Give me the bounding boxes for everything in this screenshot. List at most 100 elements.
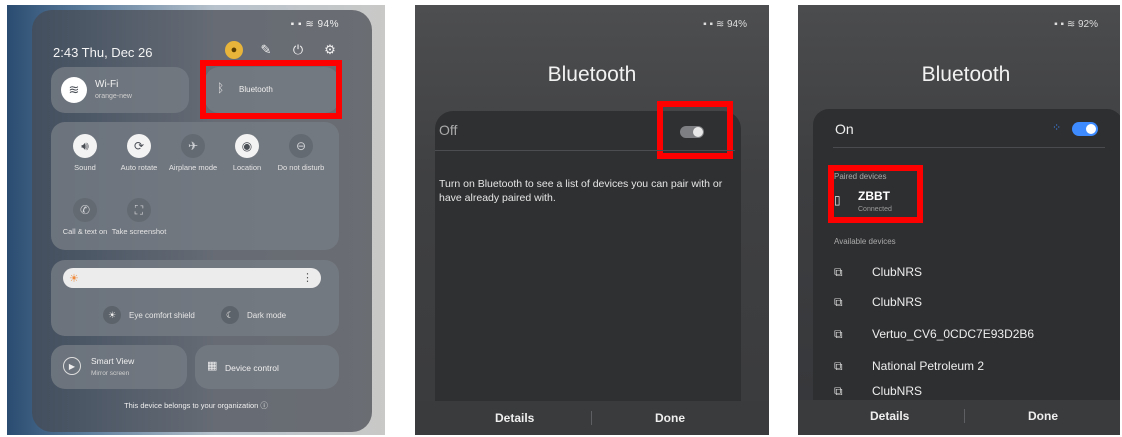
pencil-icon[interactable]: ✎: [257, 41, 275, 59]
brightness-tile: ☀ ⋮ ☀ Eye comfort shield ☾ Dark mode: [51, 260, 339, 336]
toggle-do-not-disturb[interactable]: ⊖ Do not disturb: [273, 134, 329, 172]
device-control-label: Device control: [225, 363, 279, 373]
wifi-tile[interactable]: ≋ Wi-Fi orange-new: [51, 67, 189, 113]
toggle-airplane-mode[interactable]: ✈ Airplane mode: [165, 134, 221, 172]
paired-devices-header: Paired devices: [834, 172, 887, 181]
smart-view-sub: Mirror screen: [91, 370, 130, 377]
toggle-label: Do not disturb: [277, 163, 325, 172]
device-icon: ⧉: [834, 326, 843, 341]
info-icon[interactable]: ⓘ: [260, 401, 268, 410]
sun-icon: ☀: [69, 273, 79, 285]
rotate-icon: ⟳: [127, 134, 151, 158]
eye-comfort-icon: ☀: [103, 306, 121, 324]
toggle-sound[interactable]: 🔊︎ Sound: [57, 134, 113, 172]
sound-icon: 🔊︎: [73, 134, 97, 158]
mouse-icon: ▯: [834, 193, 841, 207]
eye-comfort-toggle[interactable]: ☀ Eye comfort shield: [103, 306, 195, 324]
toggle-auto-rotate[interactable]: ⟳ Auto rotate: [111, 134, 167, 172]
button-separator: [591, 411, 592, 425]
battery-icon: ▪ ▪ ≋: [703, 19, 727, 30]
bottom-bar: [415, 401, 769, 435]
do-not-disturb-icon: ⊖: [289, 134, 313, 158]
button-separator: [964, 409, 965, 423]
dark-mode-toggle[interactable]: ☾ Dark mode: [221, 306, 286, 324]
device-icon: ⧉: [834, 294, 843, 309]
device-icon: ⧉: [834, 358, 843, 373]
power-icon[interactable]: ⏻: [289, 41, 307, 59]
done-button[interactable]: Done: [655, 411, 685, 425]
toggle-label: Location: [232, 163, 262, 172]
available-device[interactable]: ⧉ ClubNRS: [834, 260, 922, 284]
battery-text: 94%: [726, 19, 747, 30]
available-devices-header: Available devices: [834, 237, 896, 246]
user-icon[interactable]: ●: [225, 41, 243, 59]
gear-icon[interactable]: ⚙: [321, 41, 339, 59]
moon-icon: ☾: [221, 306, 239, 324]
grid-icon: ▦: [207, 360, 218, 372]
device-name: ClubNRS: [872, 295, 923, 309]
page-title: Bluetooth: [547, 63, 637, 86]
toggle-label: Airplane mode: [168, 163, 218, 172]
device-icon: ⧉: [834, 264, 843, 279]
toggle-label: Sound: [74, 163, 96, 172]
device-name: National Petroleum 2: [872, 359, 985, 373]
more-options-icon[interactable]: ⋮: [302, 271, 313, 284]
wifi-label: Wi-Fi: [95, 79, 119, 90]
bluetooth-tile[interactable]: ᛒ Bluetooth: [205, 67, 339, 113]
divider: [435, 150, 735, 151]
top-actions: ● ✎ ⏻ ⚙: [225, 41, 339, 59]
done-button[interactable]: Done: [1028, 409, 1058, 423]
bluetooth-on-screen: ▪ ▪ ≋ 92% Bluetooth On ⁘ Paired devices …: [798, 5, 1120, 435]
bluetooth-toggle[interactable]: [680, 126, 704, 138]
quick-settings-panel: ▪ ▪ ≋ 94% 2:43 Thu, Dec 26 ● ✎ ⏻ ⚙ ≋ Wi-…: [7, 5, 385, 435]
status-bar: ▪ ▪ ≋ 94%: [291, 19, 339, 30]
toggle-take-screenshot[interactable]: ⛶ Take screenshot: [111, 198, 167, 236]
battery-icon: ▪ ▪ ≋: [290, 19, 318, 30]
available-device[interactable]: ⧉ Vertuo_CV6_0CDC7E93D2B6: [834, 322, 1034, 346]
clock: 2:43 Thu, Dec 26: [53, 45, 153, 60]
wifi-network: orange-new: [95, 93, 132, 100]
toggle-knob: [693, 127, 703, 137]
wifi-icon: ≋: [61, 77, 87, 103]
available-device[interactable]: ⧉ ClubNRS: [834, 384, 922, 400]
available-device[interactable]: ⧉ ClubNRS: [834, 290, 922, 314]
smart-view-tile[interactable]: ▶ Smart View Mirror screen: [51, 345, 187, 389]
details-button[interactable]: Details: [870, 409, 909, 423]
toggle-location[interactable]: ◉ Location: [219, 134, 275, 172]
toggle-label: Take screenshot: [111, 227, 167, 236]
footer-text: This device belongs to your organization: [124, 401, 259, 410]
eye-comfort-label: Eye comfort shield: [129, 310, 195, 320]
quick-toggle-grid: 🔊︎ Sound ⟳ Auto rotate ✈ Airplane mode ◉…: [51, 122, 339, 250]
bluetooth-state-label: Off: [439, 122, 458, 138]
toggle-label: Call & text on: [62, 227, 108, 236]
dark-mode-label: Dark mode: [247, 310, 287, 320]
toggle-label: Auto rotate: [120, 163, 158, 172]
page-title: Bluetooth: [921, 63, 1011, 86]
details-button[interactable]: Details: [495, 411, 534, 425]
brightness-slider[interactable]: ☀ ⋮: [63, 268, 321, 288]
toggle-call-text[interactable]: ✆ Call & text on: [57, 198, 113, 236]
device-name: ClubNRS: [872, 265, 923, 279]
airplane-icon: ✈: [181, 134, 205, 158]
status-bar: ▪ ▪ ≋ 92%: [1054, 19, 1098, 30]
paired-device-name[interactable]: ZBBT: [858, 189, 890, 203]
bluetooth-label: Bluetooth: [239, 85, 273, 94]
bluetooth-off-message: Turn on Bluetooth to see a list of devic…: [439, 178, 723, 204]
scanning-icon: ⁘: [1052, 122, 1062, 134]
battery-text: 94%: [317, 19, 339, 30]
bluetooth-off-screen: ▪ ▪ ≋ 94% Bluetooth Off Turn on Bluetoot…: [415, 5, 769, 435]
bottom-bar: [798, 400, 1120, 435]
battery-icon: ▪ ▪ ≋: [1054, 19, 1078, 30]
organization-footer: This device belongs to your organization…: [7, 400, 385, 411]
divider: [833, 147, 1105, 148]
available-device[interactable]: ⧉ National Petroleum 2: [834, 354, 984, 378]
device-control-tile[interactable]: ▦ Device control: [195, 345, 339, 389]
call-icon: ✆: [73, 198, 97, 222]
location-icon: ◉: [235, 134, 259, 158]
bluetooth-toggle[interactable]: [1072, 122, 1098, 136]
toggle-knob: [1086, 124, 1096, 134]
smart-view-label: Smart View: [91, 356, 135, 366]
device-name: Vertuo_CV6_0CDC7E93D2B6: [872, 327, 1035, 341]
device-name: ClubNRS: [872, 384, 923, 398]
status-bar: ▪ ▪ ≋ 94%: [703, 19, 747, 30]
